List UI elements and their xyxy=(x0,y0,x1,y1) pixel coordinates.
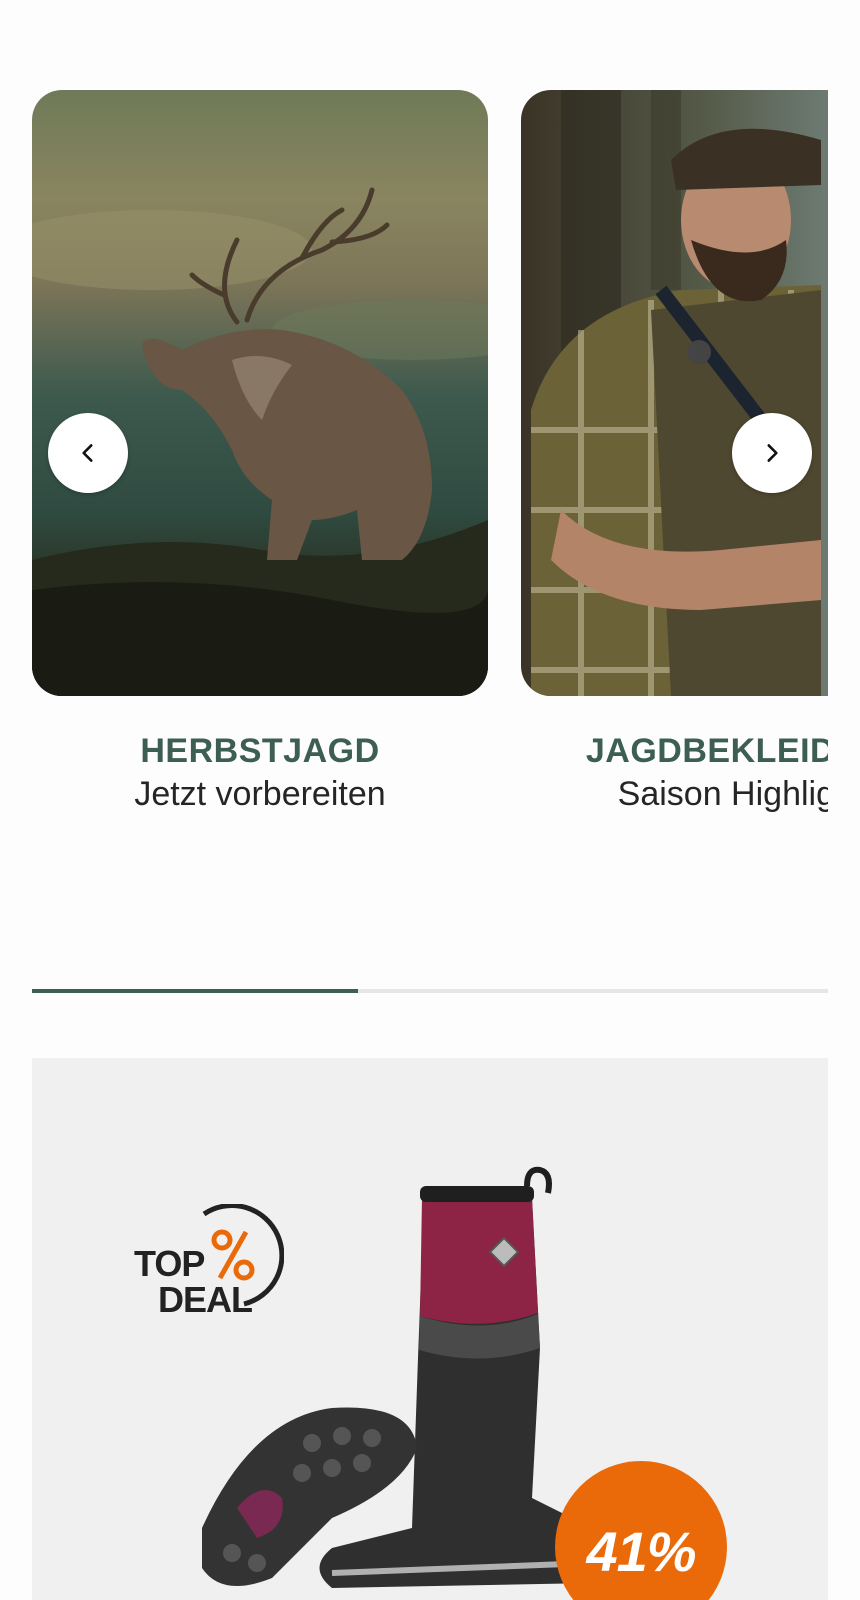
carousel-track: HERBSTJAGD Jetzt vorbereiten JAGDBEKLEID… xyxy=(32,90,828,814)
deer-image xyxy=(32,90,488,696)
hunter-image xyxy=(521,90,828,696)
chevron-right-icon xyxy=(767,444,778,462)
carousel-progress-bar xyxy=(32,989,828,993)
slide-title: HERBSTJAGD xyxy=(140,732,380,770)
slide-subtitle: Jetzt vorbereiten xyxy=(134,775,386,813)
discount-value: 41% xyxy=(586,1520,696,1583)
carousel-progress-fill xyxy=(32,989,359,993)
top-deal-banner[interactable]: TOP DEAL 41% xyxy=(32,1058,828,1600)
carousel-prev-button[interactable] xyxy=(48,413,128,493)
slide-subtitle: Saison Highlights xyxy=(617,775,828,813)
slide-title: JAGDBEKLEIDUNG xyxy=(585,732,828,770)
promo-carousel: HERBSTJAGD Jetzt vorbereiten JAGDBEKLEID… xyxy=(32,90,828,830)
carousel-next-button[interactable] xyxy=(732,413,812,493)
chevron-left-icon xyxy=(82,444,93,462)
